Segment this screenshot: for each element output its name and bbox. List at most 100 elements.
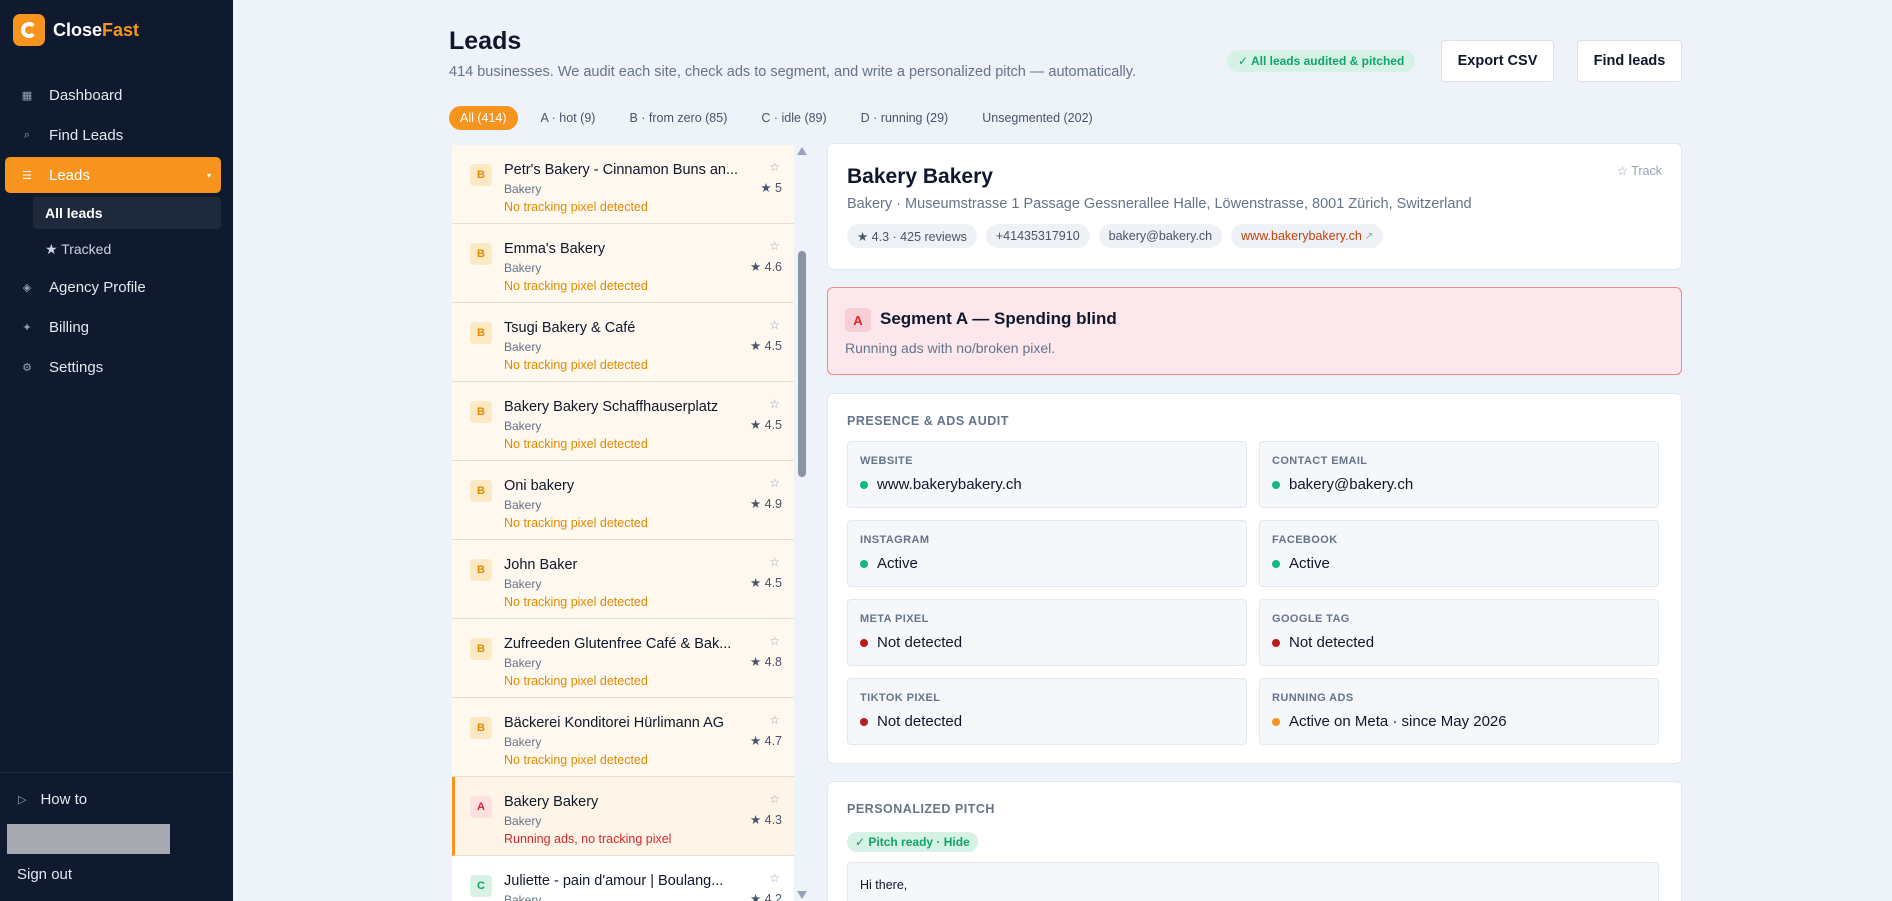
lead-category: Bakery (504, 735, 542, 749)
segment-badge: A (470, 796, 492, 818)
audit-item-value: Not detected (877, 634, 963, 651)
find-leads-button[interactable]: Find leads (1577, 40, 1682, 82)
lead-note: No tracking pixel detected (504, 358, 648, 372)
filter-chip-d[interactable]: D · running (29) (850, 106, 960, 130)
audit-item-value-row: Not detected (1272, 634, 1374, 651)
gear-icon: ⚙ (22, 361, 32, 374)
star-outline-icon[interactable]: ☆ (769, 713, 780, 727)
sidebar-subitem-tracked[interactable]: ★ Tracked (33, 233, 221, 265)
phone-pill[interactable]: +41435317910 (985, 224, 1090, 248)
list-item[interactable]: B Bakery Bakery Schaffhauserplatz Bakery… (452, 382, 794, 461)
sidebar-item-leads[interactable]: ☰ Leads ▾ (5, 157, 221, 193)
list-item[interactable]: B Emma's Bakery Bakery No tracking pixel… (452, 224, 794, 303)
audit-item-value: Active on Meta · since May 2026 (1289, 713, 1507, 730)
star-outline-icon[interactable]: ☆ (769, 397, 780, 411)
star-outline-icon[interactable]: ☆ (769, 555, 780, 569)
brand-name-part1: Close (53, 19, 103, 40)
list-item[interactable]: B John Baker Bakery No tracking pixel de… (452, 540, 794, 619)
segment-card: A Segment A — Spending blind Running ads… (827, 287, 1682, 375)
list-item[interactable]: C Juliette - pain d'amour | Boulang... B… (452, 856, 794, 901)
lead-category: Bakery (504, 577, 542, 591)
lead-name: Oni bakery (504, 478, 575, 494)
star-outline-icon[interactable]: ☆ (769, 871, 780, 885)
lead-name: Bäckerei Konditorei Hürlimann AG (504, 715, 725, 731)
sidebar-item-agency-profile[interactable]: ◈ Agency Profile (5, 269, 221, 305)
audit-item-value-row: Active (860, 555, 918, 572)
star-outline-icon[interactable]: ☆ (769, 634, 780, 648)
export-csv-button[interactable]: Export CSV (1441, 40, 1554, 82)
lead-category: Bakery (504, 261, 542, 275)
list-item[interactable]: B Tsugi Bakery & Café Bakery No tracking… (452, 303, 794, 382)
diamond-icon: ◈ (22, 281, 32, 294)
lead-category: Bakery (504, 419, 542, 433)
brand[interactable]: CloseFast (13, 14, 139, 46)
sidebar-item-settings[interactable]: ⚙ Settings (5, 349, 221, 385)
status-dot-orange-icon (1272, 717, 1280, 726)
lead-note: No tracking pixel detected (504, 200, 648, 214)
star-outline-icon[interactable]: ☆ (769, 476, 780, 490)
segment-description: Running ads with no/broken pixel. (845, 340, 1056, 356)
audit-item-value-row: Not detected (860, 713, 962, 730)
how-to-label: How to (40, 791, 88, 808)
audit-section-title: PRESENCE & ADS AUDIT (847, 414, 1009, 428)
segment-badge: B (470, 164, 492, 186)
segment-badge: B (470, 322, 492, 344)
business-name: Bakery Bakery (847, 165, 993, 188)
star-outline-icon[interactable]: ☆ (769, 318, 780, 332)
segment-letter-badge: A (845, 308, 871, 332)
filter-chip-a[interactable]: A · hot (9) (530, 106, 607, 130)
lead-name: Bakery Bakery (504, 794, 599, 810)
segment-badge: B (470, 717, 492, 739)
pitch-section-title: PERSONALIZED PITCH (847, 802, 995, 816)
list-item[interactable]: B Petr's Bakery - Cinnamon Buns an... Ba… (452, 145, 794, 224)
scrollbar-thumb[interactable] (798, 251, 806, 477)
sidebar-subitem-all-leads[interactable]: All leads (33, 197, 221, 229)
scroll-up-arrow-icon[interactable] (797, 147, 807, 155)
audit-item-value-row: Active (1272, 555, 1330, 572)
segment-badge: B (470, 559, 492, 581)
list-item[interactable]: B Oni bakery Bakery No tracking pixel de… (452, 461, 794, 540)
list-item[interactable]: B Bäckerei Konditorei Hürlimann AG Baker… (452, 698, 794, 777)
how-to-link[interactable]: ▷ How to (18, 791, 87, 808)
filter-chip-all[interactable]: All (414) (449, 106, 518, 130)
star-outline-icon[interactable]: ☆ (769, 239, 780, 253)
sidebar-item-find-leads[interactable]: ⌕ Find Leads (5, 117, 221, 153)
lead-note: No tracking pixel detected (504, 674, 648, 688)
audit-item-value: Active (877, 555, 918, 572)
track-button[interactable]: ☆ Track (1617, 163, 1662, 178)
filter-chip-c[interactable]: C · idle (89) (750, 106, 837, 130)
audit-item-value: Not detected (1289, 634, 1375, 651)
lead-name: Bakery Bakery Schaffhauserplatz (504, 399, 719, 415)
audit-item-running-ads: RUNNING ADS Active on Meta · since May 2… (1259, 678, 1659, 745)
website-link-pill[interactable]: www.bakerybakery.ch ↗ (1231, 224, 1384, 248)
user-account-box[interactable] (7, 824, 170, 854)
filter-chip-b[interactable]: B · from zero (85) (618, 106, 738, 130)
sidebar-item-dashboard[interactable]: ▦ Dashboard (5, 77, 221, 113)
email-pill[interactable]: bakery@bakery.ch (1098, 224, 1223, 248)
lead-note: No tracking pixel detected (504, 279, 648, 293)
status-dot-red-icon (860, 638, 868, 647)
sidebar-item-billing[interactable]: ✦ Billing (5, 309, 221, 345)
audit-item-value-row: Active on Meta · since May 2026 (1272, 713, 1507, 730)
filter-chip-unsegmented[interactable]: Unsegmented (202) (971, 106, 1103, 130)
brand-name: CloseFast (53, 20, 139, 41)
scroll-down-arrow-icon[interactable] (797, 891, 807, 899)
lead-rating: ★ 4.3 (749, 813, 782, 827)
lead-note: Running ads, no tracking pixel (504, 832, 672, 846)
pitch-ready-toggle[interactable]: ✓ Pitch ready · Hide (847, 832, 978, 852)
star-outline-icon[interactable]: ☆ (769, 792, 780, 806)
lead-note: No tracking pixel detected (504, 595, 648, 609)
search-icon: ⌕ (23, 128, 31, 141)
list-item-selected[interactable]: A Bakery Bakery Bakery Running ads, no t… (452, 777, 794, 856)
play-icon: ▷ (18, 794, 27, 806)
lead-list-scrollbar[interactable] (797, 145, 807, 901)
leads-subnav: All leads ★ Tracked (5, 197, 221, 265)
pitch-text[interactable]: Hi there, (847, 862, 1659, 901)
list-item[interactable]: B Zufreeden Glutenfree Café & Bak... Bak… (452, 619, 794, 698)
sign-out-link[interactable]: Sign out (17, 866, 72, 883)
star-outline-icon[interactable]: ☆ (769, 160, 780, 174)
audit-item-value-row: www.bakerybakery.ch (860, 476, 1022, 493)
sidebar-item-label: Settings (49, 358, 104, 376)
sidebar-nav: ▦ Dashboard ⌕ Find Leads ☰ Leads ▾ All l… (5, 77, 221, 389)
audit-item-label: TIKTOK PIXEL (860, 692, 941, 704)
